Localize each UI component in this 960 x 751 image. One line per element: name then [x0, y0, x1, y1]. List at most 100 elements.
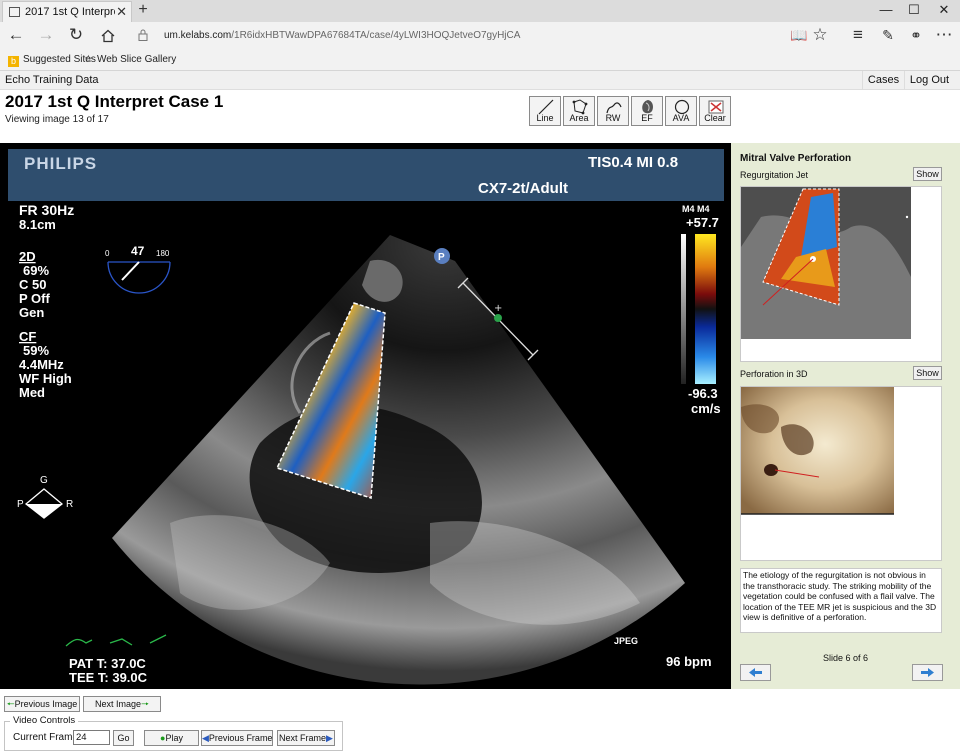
show-regurgitation-jet-button[interactable]: Show — [913, 167, 942, 181]
heart-rate: 96 bpm — [666, 654, 712, 669]
arrow-left-icon: 🠔 — [6, 699, 15, 709]
favorite-star-icon[interactable]: ☆ — [808, 25, 832, 47]
ava-tool-button[interactable]: AVA — [665, 96, 697, 126]
svg-text:P: P — [17, 499, 24, 510]
caliper-handle[interactable] — [494, 314, 502, 322]
fav-suggested-sites[interactable]: b Suggested Sites — [8, 54, 96, 67]
frame-rate: FR 30Hz — [19, 202, 74, 218]
svg-text:G: G — [40, 475, 48, 486]
skip-back-icon: ◀ — [202, 733, 209, 743]
param-2d-gain: 69% — [23, 263, 49, 278]
skip-forward-icon: ▶ — [326, 733, 333, 743]
hub-icon[interactable]: ≡ — [846, 25, 870, 47]
viewing-status: Viewing image 13 of 17 — [5, 114, 109, 125]
scale-bottom-value: -96.3 — [688, 386, 718, 401]
next-frame-button[interactable]: Next Frame▶ — [277, 730, 335, 746]
cases-link[interactable]: Cases — [862, 71, 904, 90]
area-tool-button[interactable]: Area — [563, 96, 595, 126]
previous-frame-button[interactable]: ◀Previous Frame — [201, 730, 273, 746]
depth: 8.1cm — [19, 217, 56, 232]
param-cf-freq: 4.4MHz — [19, 357, 64, 372]
param-cf-gain: 59% — [23, 343, 49, 358]
svg-text:180: 180 — [156, 249, 170, 258]
param-cf-med: Med — [19, 385, 45, 400]
arrow-left-icon — [749, 668, 762, 677]
page-title: 2017 1st Q Interpret Case 1 — [5, 92, 224, 111]
velocity-color-scale — [695, 234, 716, 384]
close-window-button[interactable]: ✕ — [928, 0, 960, 22]
svg-text:P: P — [438, 252, 445, 263]
arrow-right-icon: 🠖 — [141, 699, 149, 709]
forward-icon[interactable]: → — [34, 25, 58, 47]
param-2d-persistence: P Off — [19, 291, 50, 306]
app-navbar: Echo Training Data Cases Log Out — [0, 71, 960, 90]
show-perforation-3d-button[interactable]: Show — [913, 366, 942, 380]
regurgitation-jet-image — [741, 187, 911, 339]
web-note-icon[interactable]: ✎ — [876, 25, 900, 47]
home-icon[interactable] — [96, 25, 120, 47]
tee-temperature: TEE T: 39.0C — [69, 670, 148, 685]
page-icon — [9, 7, 20, 17]
perforation-3d-image — [741, 387, 894, 515]
go-button[interactable]: Go — [113, 730, 134, 746]
svg-text:R: R — [66, 499, 73, 510]
browser-titlebar: 2017 1st Q Interpret Ca ✕ + — ☐ ✕ — [0, 0, 960, 22]
new-tab-button[interactable]: + — [134, 1, 152, 21]
arrow-right-icon — [921, 668, 934, 677]
browser-tab[interactable]: 2017 1st Q Interpret Ca ✕ — [2, 1, 132, 22]
share-icon[interactable]: ⚭ — [904, 25, 928, 47]
philips-logo: PHILIPS — [24, 154, 97, 173]
favorites-bar: b Suggested Sites ☆ Web Slice Gallery — [0, 49, 960, 71]
svg-text:47: 47 — [131, 244, 145, 258]
star-icon: ☆ — [84, 54, 93, 65]
param-2d-gen: Gen — [19, 305, 44, 320]
tab-close-icon[interactable]: ✕ — [116, 4, 127, 20]
thumb-label-perforation-3d: Perforation in 3D — [740, 369, 808, 379]
clear-tool-button[interactable]: Clear — [699, 96, 731, 126]
more-icon[interactable]: ⋯ — [932, 25, 956, 47]
echo-image[interactable]: PHILIPS TIS0.4 MI 0.8 CX7-2t/Adult + P F… — [0, 143, 731, 689]
scale-unit: cm/s — [691, 401, 721, 416]
thumb-label-regurgitation-jet: Regurgitation Jet — [740, 170, 809, 180]
previous-slide-button[interactable] — [740, 664, 771, 681]
tab-title: 2017 1st Q Interpret Ca — [25, 6, 115, 18]
current-frame-input[interactable] — [73, 730, 110, 745]
image-viewer[interactable]: PHILIPS TIS0.4 MI 0.8 CX7-2t/Adult + P F… — [0, 143, 731, 689]
logout-link[interactable]: Log Out — [904, 71, 954, 90]
svg-text:+: + — [494, 303, 502, 314]
back-icon[interactable]: ← — [4, 25, 28, 47]
bing-icon: b — [8, 56, 19, 67]
next-image-button[interactable]: Next Image🠖 — [83, 696, 161, 712]
scale-mode: M4 M4 — [682, 204, 710, 214]
param-2d-compression: C 50 — [19, 277, 46, 292]
param-cf-wall-filter: WF High — [19, 371, 72, 386]
thumbnail-regurgitation-jet[interactable] — [740, 186, 942, 362]
address-bar[interactable]: um.kelabs.com/1R6idxHBTWawDPA67684TA/cas… — [134, 26, 779, 46]
previous-image-button[interactable]: 🠔Previous Image — [4, 696, 80, 712]
browser-navbar: ← → ↻ um.kelabs.com/1R6idxHBTWawDPA67684… — [0, 22, 960, 49]
url-text: um.kelabs.com/1R6idxHBTWawDPA67684TA/cas… — [164, 30, 521, 41]
lock-icon — [138, 29, 148, 41]
mode-cf: CF — [19, 329, 36, 344]
line-tool-button[interactable]: Line — [529, 96, 561, 126]
refresh-icon[interactable]: ↻ — [64, 25, 88, 47]
svg-text:0: 0 — [105, 249, 110, 258]
fav-web-slice-gallery[interactable]: ☆ Web Slice Gallery — [84, 54, 176, 65]
app-brand[interactable]: Echo Training Data — [5, 74, 99, 86]
play-button[interactable]: ●Play — [144, 730, 199, 746]
ef-tool-button[interactable]: EF — [631, 96, 663, 126]
image-format: JPEG — [614, 636, 638, 646]
probe-label: CX7-2t/Adult — [478, 180, 568, 197]
video-controls-legend: Video Controls — [10, 715, 79, 726]
teaching-panel: Mitral Valve Perforation Regurgitation J… — [731, 143, 960, 689]
rw-tool-button[interactable]: RW — [597, 96, 629, 126]
slide-counter: Slide 6 of 6 — [822, 653, 869, 663]
mode-2d: 2D — [19, 249, 36, 264]
thumbnail-perforation-3d[interactable] — [740, 386, 942, 561]
current-frame-label: Current Frame — [13, 732, 79, 743]
tis-mi-readout: TIS0.4 MI 0.8 — [588, 154, 678, 171]
next-slide-button[interactable] — [912, 664, 943, 681]
panel-title: Mitral Valve Perforation — [740, 153, 852, 164]
maximize-button[interactable]: ☐ — [898, 0, 930, 22]
patient-temperature: PAT T: 37.0C — [69, 656, 146, 671]
